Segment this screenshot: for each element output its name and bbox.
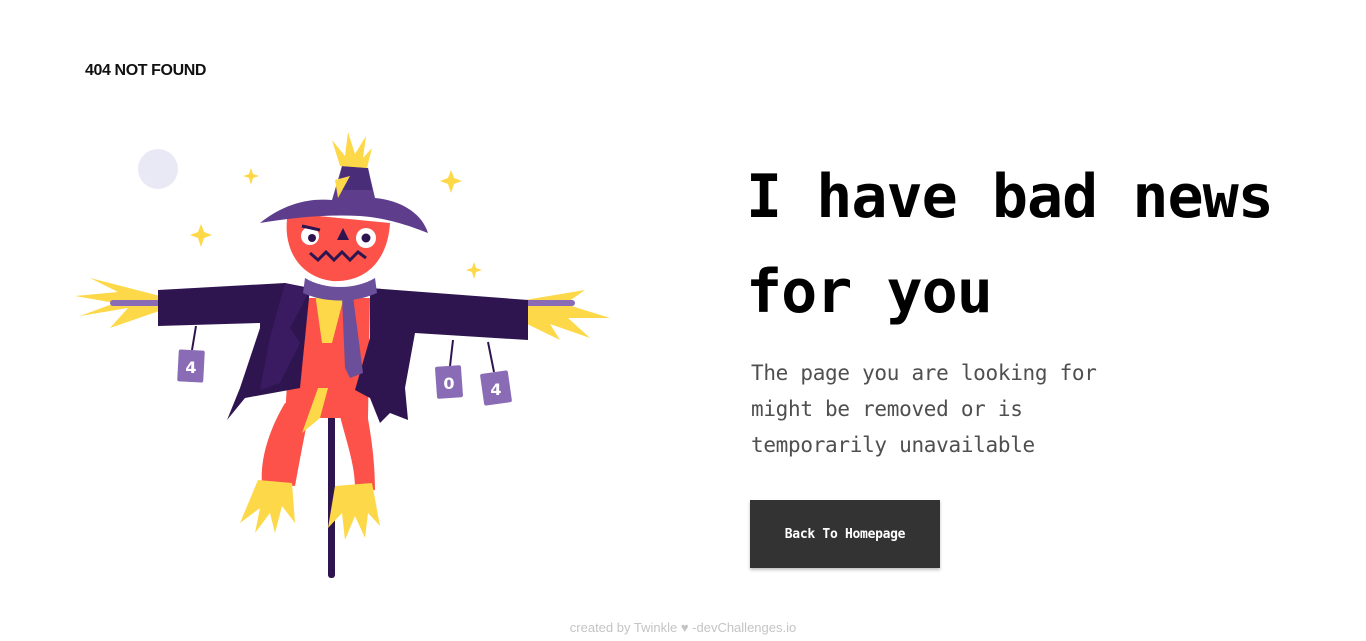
- site-title: 404 NOT FOUND: [85, 62, 207, 79]
- right-hand-straw: [525, 290, 610, 340]
- footer-credit: created by Twinkle ♥ -devChallenges.io: [569, 620, 797, 635]
- can-middle-label: 0: [443, 374, 454, 393]
- scarecrow-illustration: 4 0 4: [70, 128, 615, 583]
- back-to-homepage-button[interactable]: Back To Homepage: [750, 500, 940, 568]
- headline: I have bad news for you: [746, 162, 1274, 327]
- can-right-label: 4: [490, 380, 501, 399]
- pumpkin-head: [286, 213, 390, 282]
- error-message: The page you are looking for might be re…: [751, 361, 1097, 457]
- scarf: [303, 278, 377, 301]
- moon-icon: [138, 149, 178, 189]
- can-left-label: 4: [185, 358, 196, 377]
